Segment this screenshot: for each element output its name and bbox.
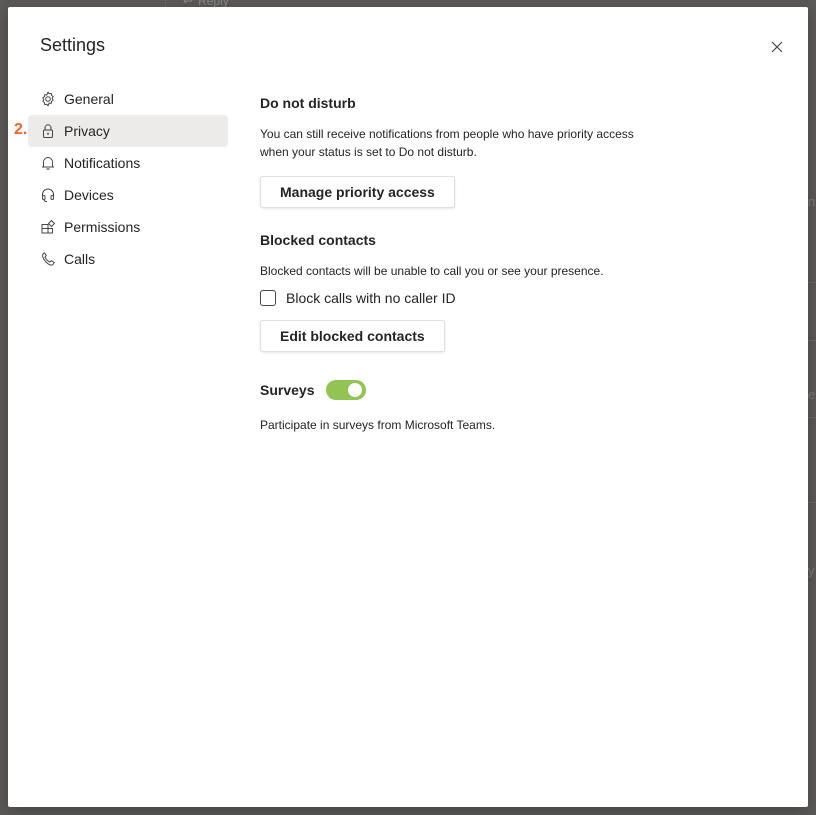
nav-item-privacy[interactable]: 2. Privacy <box>14 115 228 147</box>
checkbox-label: Block calls with no caller ID <box>286 290 456 306</box>
block-no-caller-id-row[interactable]: Block calls with no caller ID <box>260 290 680 306</box>
surveys-toggle[interactable] <box>326 380 367 400</box>
phone-icon <box>40 251 56 267</box>
blocked-contacts-section: Blocked contacts Blocked contacts will b… <box>260 232 680 352</box>
nav-item-devices[interactable]: Devices <box>28 179 228 211</box>
surveys-title: Surveys <box>260 382 315 398</box>
backdrop-text-fragment: n <box>808 194 816 209</box>
bell-icon <box>40 155 56 171</box>
dnd-title: Do not disturb <box>260 95 356 111</box>
step-badge: 2. <box>14 121 28 138</box>
edit-blocked-contacts-button[interactable]: Edit blocked contacts <box>260 320 445 352</box>
backdrop-divider <box>808 502 816 503</box>
block-no-caller-id-checkbox[interactable] <box>260 290 276 306</box>
nav-item-general[interactable]: General <box>28 83 228 115</box>
privacy-panel: Do not disturb You can still receive not… <box>260 95 680 434</box>
backdrop-text-fragment: es <box>808 387 816 402</box>
surveys-row: Surveys <box>260 380 680 400</box>
nav-item-notifications[interactable]: Notifications <box>28 147 228 179</box>
settings-dialog: Settings General 2. Privacy Notification… <box>8 7 808 807</box>
nav-item-permissions[interactable]: Permissions <box>28 211 228 243</box>
blocked-contacts-description: Blocked contacts will be unable to call … <box>260 264 604 278</box>
nav-item-calls[interactable]: Calls <box>28 243 228 275</box>
manage-priority-access-button[interactable]: Manage priority access <box>260 176 455 208</box>
backdrop-divider <box>808 282 816 283</box>
dnd-section: Do not disturb You can still receive not… <box>260 95 680 208</box>
nav-item-label: Devices <box>64 187 114 203</box>
headset-icon <box>40 187 56 203</box>
surveys-section: Surveys Participate in surveys from Micr… <box>260 380 680 434</box>
surveys-description: Participate in surveys from Microsoft Te… <box>260 418 496 432</box>
dnd-description: You can still receive notifications from… <box>260 127 634 159</box>
nav-item-label: General <box>64 91 114 107</box>
apps-icon <box>40 219 56 235</box>
toggle-knob <box>348 383 363 397</box>
backdrop-divider <box>808 417 816 418</box>
backdrop-divider <box>808 340 816 341</box>
nav-item-label: Calls <box>64 251 96 267</box>
nav-item-label: Permissions <box>64 219 141 235</box>
settings-nav: General 2. Privacy Notifications Devices <box>14 83 228 275</box>
close-icon <box>771 41 783 53</box>
backdrop-divider <box>165 0 166 7</box>
nav-item-label: Notifications <box>64 155 141 171</box>
close-button[interactable] <box>766 36 788 58</box>
nav-item-label: Privacy <box>64 123 110 139</box>
backdrop-text-fragment: y <box>808 563 815 578</box>
gear-icon <box>40 91 56 107</box>
blocked-contacts-title: Blocked contacts <box>260 232 376 248</box>
lock-icon <box>40 123 56 139</box>
dialog-title: Settings <box>40 35 106 55</box>
